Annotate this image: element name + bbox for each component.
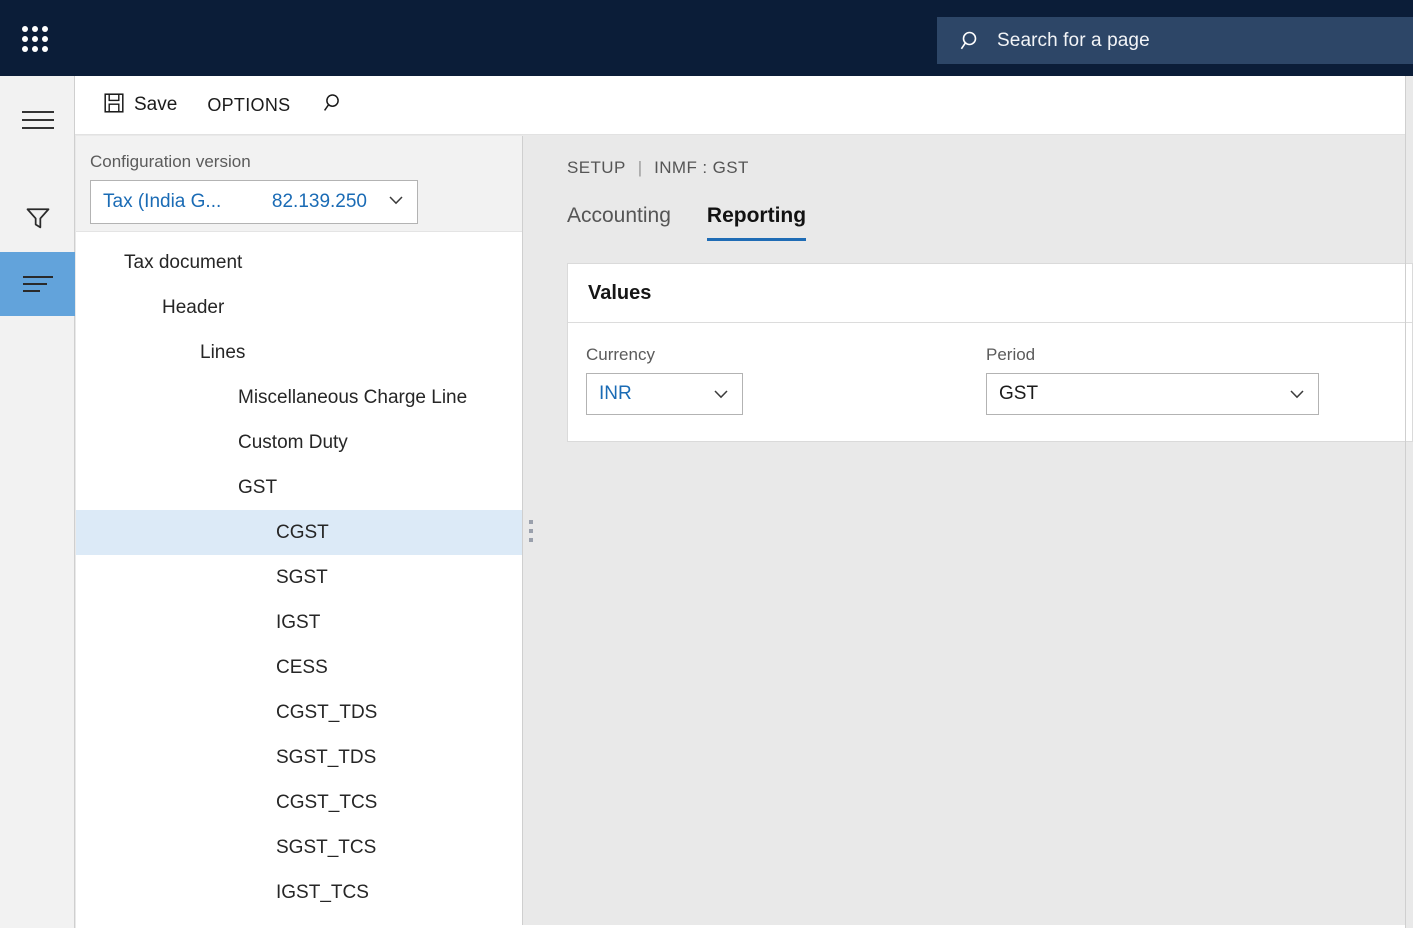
breadcrumb-current: INMF : GST xyxy=(654,158,749,177)
values-card-title: Values xyxy=(588,281,652,304)
filter-button[interactable] xyxy=(0,188,75,252)
detail-tabs: Accounting Reporting xyxy=(567,204,1405,241)
values-card-body: Currency INR Period GST xyxy=(568,323,1412,441)
search-icon xyxy=(320,91,344,120)
currency-label: Currency xyxy=(586,345,655,364)
save-button[interactable]: Save xyxy=(91,85,189,125)
app-launcher-icon[interactable] xyxy=(14,18,54,58)
configuration-version-name: Tax (India G... xyxy=(103,191,222,212)
tree-item-tax-document[interactable]: Tax document xyxy=(76,240,522,285)
chevron-down-icon xyxy=(1286,383,1308,405)
tree-item-label: GST xyxy=(238,476,278,498)
global-search-text: Search for a page xyxy=(997,29,1150,51)
sidebar-item-list[interactable] xyxy=(0,252,75,316)
values-card: Values Currency INR Period GST xyxy=(567,263,1413,442)
configuration-version-section: Configuration version Tax (India G... 82… xyxy=(76,136,522,232)
tree-item-label: Lines xyxy=(200,341,246,363)
tree-item-label: IGST xyxy=(276,611,321,633)
top-navigation-bar: Search for a page xyxy=(0,0,1413,76)
options-button-label: OPTIONS xyxy=(207,94,291,115)
values-card-header: Values xyxy=(568,264,1412,323)
tree-item-label: SGST xyxy=(276,566,328,588)
tree-item-label: Custom Duty xyxy=(238,431,348,453)
tree-item-label: Tax document xyxy=(124,251,243,273)
splitter-grip-dots xyxy=(529,519,533,542)
tree-item-label: CGST_TCS xyxy=(276,791,378,813)
save-button-label: Save xyxy=(134,94,178,115)
right-edge-border xyxy=(1405,76,1406,928)
chevron-down-icon xyxy=(385,189,407,216)
command-toolbar: Save OPTIONS xyxy=(75,76,1405,135)
detail-content-pane: SETUP | INMF : GST Accounting Reporting V… xyxy=(539,136,1413,925)
tree-item-label: Header xyxy=(162,296,225,318)
configuration-tree-panel: Configuration version Tax (India G... 82… xyxy=(76,136,523,925)
panel-splitter[interactable] xyxy=(523,136,539,925)
tree-item-custom-duty[interactable]: Custom Duty xyxy=(76,420,522,465)
currency-value: INR xyxy=(599,383,632,404)
tree-item-sgst-tds[interactable]: SGST_TDS xyxy=(76,735,522,780)
chevron-down-icon xyxy=(710,383,732,405)
tree-item-miscellaneous-charge-line[interactable]: Miscellaneous Charge Line xyxy=(76,375,522,420)
tree-item-cess[interactable]: CESS xyxy=(76,645,522,690)
breadcrumb: SETUP | INMF : GST xyxy=(567,158,1405,178)
list-icon xyxy=(22,276,53,292)
tree-item-igst[interactable]: IGST xyxy=(76,600,522,645)
period-select[interactable]: GST xyxy=(986,373,1319,415)
tree-item-label: SGST_TCS xyxy=(276,836,377,858)
tree-item-label: CGST xyxy=(276,521,329,543)
tree-item-igst-tcs[interactable]: IGST_TCS xyxy=(76,870,522,915)
options-menu-button[interactable]: OPTIONS xyxy=(195,85,302,125)
tree-item-header[interactable]: Header xyxy=(76,285,522,330)
tree-item-sgst-tcs[interactable]: SGST_TCS xyxy=(76,825,522,870)
period-label: Period xyxy=(986,345,1036,364)
configuration-version-number: 82.139.250 xyxy=(271,191,367,212)
tree-item-sgst[interactable]: SGST xyxy=(76,555,522,600)
period-value: GST xyxy=(999,383,1039,404)
tree-item-label: Miscellaneous Charge Line xyxy=(238,386,468,408)
currency-select[interactable]: INR xyxy=(586,373,743,415)
tax-document-tree: Tax document Header Lines Miscellaneous Cha… xyxy=(76,232,522,915)
tab-accounting[interactable]: Accounting xyxy=(567,204,671,241)
navigation-pane-toggle-button[interactable] xyxy=(0,88,75,152)
tree-item-label: CGST_TDS xyxy=(276,701,378,723)
tree-item-gst[interactable]: GST xyxy=(76,465,522,510)
hamburger-icon xyxy=(21,111,54,129)
tree-item-label: SGST_TDS xyxy=(276,746,377,768)
search-icon xyxy=(959,29,983,53)
global-search-input[interactable]: Search for a page xyxy=(937,17,1413,64)
currency-field: Currency INR xyxy=(586,345,986,415)
tree-item-cgst-tds[interactable]: CGST_TDS xyxy=(76,690,522,735)
breadcrumb-separator: | xyxy=(637,158,643,177)
period-field: Period GST xyxy=(986,345,1319,415)
tree-item-cgst-tcs[interactable]: CGST_TCS xyxy=(76,780,522,825)
save-floppy-icon xyxy=(103,92,125,119)
tree-item-label: CESS xyxy=(276,656,328,678)
left-icon-rail xyxy=(0,76,75,928)
tree-item-lines[interactable]: Lines xyxy=(76,330,522,375)
configuration-version-label: Configuration version xyxy=(90,152,251,171)
tree-item-label: IGST_TCS xyxy=(276,881,369,903)
tree-item-cgst[interactable]: CGST xyxy=(76,510,522,555)
funnel-icon xyxy=(24,204,52,237)
toolbar-search-button[interactable] xyxy=(308,85,356,125)
tab-reporting[interactable]: Reporting xyxy=(706,204,807,241)
breadcrumb-root[interactable]: SETUP xyxy=(567,158,626,178)
configuration-version-select[interactable]: Tax (India G... 82.139.250 xyxy=(90,180,418,224)
